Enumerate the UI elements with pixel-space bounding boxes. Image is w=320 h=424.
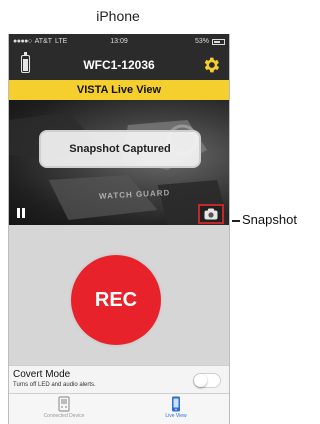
device-caption: iPhone — [96, 8, 140, 24]
tab-label: Connected Device — [43, 413, 85, 419]
pause-icon[interactable] — [17, 208, 25, 218]
tab-connected-device[interactable]: Connected Device — [29, 396, 99, 424]
live-view-banner: VISTA Live View — [9, 80, 229, 100]
snapshot-button[interactable] — [198, 204, 224, 224]
callout-line — [232, 220, 240, 222]
gear-icon[interactable] — [201, 55, 221, 75]
status-bar: ●●●●○ AT&T LTE 13:09 53% — [9, 34, 229, 50]
video-feed: WATCH GUARD Snapshot Captured — [9, 100, 229, 225]
battery-icon — [212, 38, 225, 45]
battery-percent: 53% — [194, 38, 209, 45]
record-button[interactable]: REC — [71, 255, 161, 345]
snapshot-callout-label: Snapshot — [242, 212, 297, 227]
record-area: REC — [9, 225, 229, 365]
covert-mode-description: Turns off LED and audio alerts. — [13, 382, 96, 388]
nav-bar: WFC1-12036 — [9, 50, 229, 80]
device-icon — [58, 396, 70, 412]
snapshot-captured-toast: Snapshot Captured — [39, 130, 201, 168]
covert-mode-title: Covert Mode — [13, 369, 71, 380]
toggle-knob — [194, 374, 207, 387]
phone-screen: ●●●●○ AT&T LTE 13:09 53% WFC1-12036 VIST… — [8, 34, 230, 424]
camera-icon — [204, 208, 218, 220]
tab-bar: Connected Device Live View — [9, 393, 229, 424]
device-title: WFC1-12036 — [83, 58, 155, 72]
tab-live-view[interactable]: Live View — [141, 396, 211, 424]
covert-mode-toggle[interactable] — [193, 373, 221, 388]
covert-mode-panel: Covert Mode Turns off LED and audio aler… — [9, 365, 229, 393]
tab-label: Live View — [165, 413, 187, 419]
phone-icon — [172, 396, 180, 412]
status-right: 53% — [195, 38, 225, 45]
